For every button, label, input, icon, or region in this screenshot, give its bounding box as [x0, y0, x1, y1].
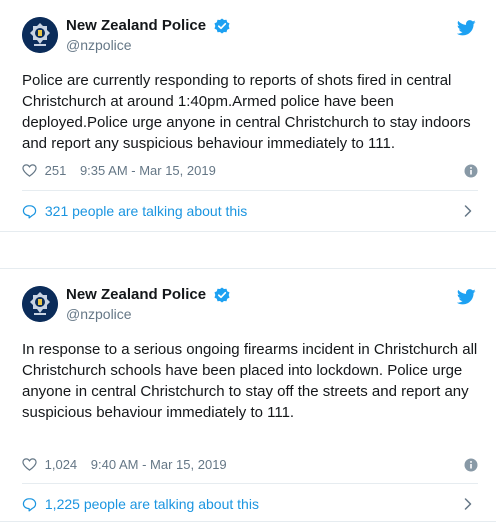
divider [22, 190, 478, 191]
tweet-text: In response to a serious ongoing firearm… [22, 341, 482, 421]
divider [22, 483, 478, 484]
handle[interactable]: @nzpolice [66, 305, 230, 323]
tweet-header: New Zealand Police @nzpolice [22, 286, 482, 330]
like-count[interactable]: 1,024 [45, 457, 78, 472]
police-badge-icon [22, 286, 58, 322]
author-block[interactable]: New Zealand Police @nzpolice [66, 286, 230, 323]
heart-icon[interactable] [22, 163, 37, 178]
handle[interactable]: @nzpolice [66, 36, 230, 54]
twitter-bird-icon[interactable] [457, 289, 476, 305]
tweet-text: Police are currently responding to repor… [22, 72, 475, 152]
author-block[interactable]: New Zealand Police @nzpolice [66, 17, 230, 54]
heart-icon[interactable] [22, 457, 37, 472]
display-name[interactable]: New Zealand Police [66, 17, 206, 35]
tweet-card[interactable]: New Zealand Police @nzpolice Police are … [0, 0, 496, 232]
talking-about-link[interactable]: 321 people are talking about this [22, 201, 480, 221]
talking-about-text[interactable]: 321 people are talking about this [45, 203, 247, 219]
verified-badge-icon [214, 287, 229, 303]
talking-about-link[interactable]: 1,225 people are talking about this [22, 494, 480, 514]
avatar[interactable] [22, 17, 58, 53]
tweet-meta: 1,024 9:40 AM - Mar 15, 2019 [22, 456, 478, 474]
timestamp[interactable]: 9:35 AM - Mar 15, 2019 [80, 163, 216, 178]
avatar[interactable] [22, 286, 58, 322]
tweet-meta: 251 9:35 AM - Mar 15, 2019 [22, 162, 478, 180]
timestamp[interactable]: 9:40 AM - Mar 15, 2019 [91, 457, 227, 472]
verified-badge-icon [214, 18, 229, 34]
card-separator [0, 232, 496, 268]
speech-bubble-icon [22, 205, 37, 219]
speech-bubble-icon [22, 498, 37, 512]
like-count[interactable]: 251 [45, 163, 67, 178]
info-icon[interactable] [464, 164, 478, 178]
tweet-card[interactable]: New Zealand Police @nzpolice In response… [0, 268, 496, 522]
twitter-bird-icon[interactable] [457, 20, 476, 36]
display-name[interactable]: New Zealand Police [66, 286, 206, 304]
tweet-header: New Zealand Police @nzpolice [22, 17, 482, 61]
talking-about-text[interactable]: 1,225 people are talking about this [45, 496, 259, 512]
chevron-right-icon[interactable] [464, 498, 472, 510]
chevron-right-icon[interactable] [464, 205, 472, 217]
info-icon[interactable] [464, 458, 478, 472]
police-badge-icon [22, 17, 58, 53]
